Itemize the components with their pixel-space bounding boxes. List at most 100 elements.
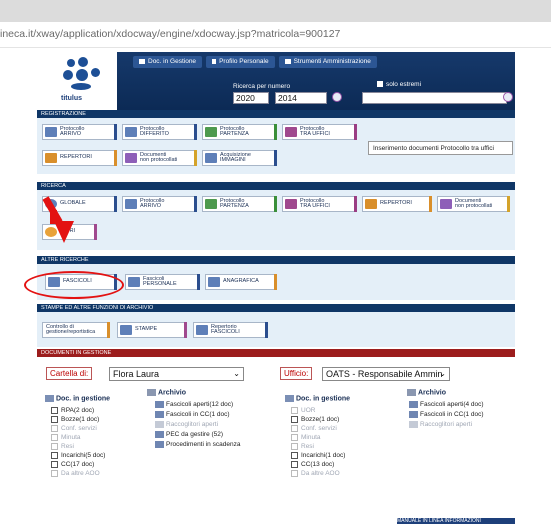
button-accent — [274, 274, 277, 290]
repertori-icon — [365, 199, 377, 209]
tooltip-protocollo-tra-uffici: Inserimento documenti Protocollo tra uff… — [368, 141, 513, 155]
reg-protocollo-tra-uffici-button[interactable]: Protocollo TRA UFFICI — [282, 124, 357, 140]
reg-protocollo-arrivo-button[interactable]: Protocollo ARRIVO — [42, 124, 117, 140]
list-item[interactable]: Minuta — [51, 434, 81, 441]
button-accent — [194, 196, 197, 212]
list-item-label: Bozze(1 doc) — [301, 416, 340, 424]
printer-icon — [120, 325, 132, 335]
button-accent — [114, 150, 117, 166]
button-accent — [507, 196, 510, 212]
logo-dot — [91, 68, 100, 77]
year-from-input[interactable]: 2020 — [233, 92, 269, 104]
section-altre-ricerche: ALTRE RICERCHE — [37, 256, 515, 264]
ric-anagrafica-button[interactable]: ANAGRAFICA — [205, 274, 277, 290]
list-item[interactable]: Fascicoli aperti(12 doc) — [155, 401, 233, 408]
protocol-tra-uffici-icon — [285, 199, 297, 209]
list-item-label: Bozze(1 doc) — [61, 416, 100, 424]
browser-toolbar — [0, 0, 551, 22]
list-item[interactable]: Da altre AOO — [51, 470, 100, 477]
logo-dot — [76, 69, 88, 81]
stampe-button[interactable]: STAMPE — [117, 322, 187, 338]
list-item[interactable]: CC(13 doc) — [291, 461, 334, 468]
button-accent — [184, 322, 187, 338]
column-title-label: Archivio — [158, 389, 187, 397]
checkbox-icon — [51, 452, 58, 459]
tab-label: Profilo Personale — [219, 58, 269, 65]
list-item[interactable]: Bozze(1 doc) — [51, 416, 99, 423]
solo-estremi-label: solo estremi — [386, 81, 422, 88]
address-bar[interactable]: ineca.it/xway/application/xdocway/engine… — [0, 22, 551, 48]
search-number-button[interactable] — [332, 92, 342, 102]
list-item[interactable]: Minuta — [291, 434, 321, 441]
documenti-icon — [440, 199, 452, 209]
list-item[interactable]: Raccoglitori aperti — [155, 421, 218, 428]
archive-icon — [147, 389, 156, 396]
footer-links[interactable]: MANUALE IN LINEA INFORMAZIONI — [397, 518, 481, 524]
list-item[interactable]: CC(17 doc) — [51, 461, 94, 468]
button-accent — [354, 196, 357, 212]
list-item-label: Raccoglitori aperti — [166, 421, 219, 429]
reg-repertori-button[interactable]: REPERTORI — [42, 150, 117, 166]
address-book-icon — [208, 277, 220, 287]
button-accent — [429, 196, 432, 212]
list-item[interactable]: PEC da gestire (52) — [155, 431, 223, 438]
list-item-label: Minuta — [61, 434, 81, 442]
ufficio-select[interactable]: OATS - Responsabile Ammin ⌄ — [322, 367, 450, 381]
checkbox-icon — [51, 425, 58, 432]
documenti-icon — [125, 153, 137, 163]
user-icon — [212, 58, 217, 64]
list-item[interactable]: Da altre AOO — [291, 470, 340, 477]
button-label: Repertorio FASCICOLI — [211, 323, 240, 335]
checkbox-icon — [291, 425, 298, 432]
list-item[interactable]: Raccoglitori aperti — [409, 421, 472, 428]
list-item[interactable]: RPA(2 doc) — [51, 407, 94, 414]
list-item[interactable]: Conf. servizi — [291, 425, 337, 432]
list-item[interactable]: Fascicoli in CC(1 doc) — [155, 411, 230, 418]
list-item[interactable]: Fascicoli aperti(4 doc) — [409, 401, 484, 408]
list-item[interactable]: UOR — [291, 407, 315, 414]
list-item[interactable]: Conf. servizi — [51, 425, 97, 432]
tab-doc-in-gestione[interactable]: Doc. in Gestione — [133, 56, 203, 68]
free-search-button[interactable] — [503, 92, 513, 102]
list-item-label: Fascicoli in CC(1 doc) — [420, 411, 484, 419]
tools-icon — [284, 58, 291, 64]
repertorio-fascicoli-button[interactable]: Repertorio FASCICOLI — [193, 322, 268, 338]
reg-acquisizione-immagini-button[interactable]: Acquisizione IMMAGINI — [202, 150, 277, 166]
list-item[interactable]: Bozze(1 doc) — [291, 416, 339, 423]
year-to-input[interactable]: 2014 — [275, 92, 327, 104]
list-item[interactable]: Incarichi(1 doc) — [291, 452, 345, 459]
reg-protocollo-differito-button[interactable]: Protocollo DIFFERITO — [122, 124, 197, 140]
reg-documenti-non-protocollati-button[interactable]: Documenti non protocollati — [122, 150, 197, 166]
list-item[interactable]: Resi — [51, 443, 74, 450]
list-item[interactable]: Incarichi(5 doc) — [51, 452, 105, 459]
ric-protocollo-arrivo-button[interactable]: Protocollo ARRIVO — [122, 196, 197, 212]
solo-estremi-checkbox[interactable]: solo estremi — [377, 81, 421, 88]
list-item[interactable]: Fascicoli in CC(1 doc) — [409, 411, 484, 418]
ric-fascicoli-personale-button[interactable]: Fascicoli PERSONALE — [125, 274, 200, 290]
button-label: ANAGRAFICA — [223, 278, 259, 285]
button-accent — [194, 124, 197, 140]
controllo-gestione-button[interactable]: Controllo di gestione/reportistica — [42, 322, 110, 338]
list-item[interactable]: Procedimenti in scadenza — [155, 441, 240, 448]
cartella-select[interactable]: Flora Laura ⌄ — [109, 367, 244, 381]
ric-documenti-non-protocollati-button[interactable]: Documenti non protocollati — [437, 196, 510, 212]
free-search-input[interactable] — [362, 92, 507, 104]
list-item-label: Resi — [61, 443, 75, 451]
reg-protocollo-partenza-button[interactable]: Protocollo PARTENZA — [202, 124, 277, 140]
tab-profilo-personale[interactable]: Profilo Personale — [206, 56, 275, 68]
ric-protocollo-tra-uffici-button[interactable]: Protocollo TRA UFFICI — [282, 196, 357, 212]
ufficio-value: OATS - Responsabile Ammin — [326, 369, 443, 379]
button-accent — [265, 322, 268, 338]
checkbox-icon — [291, 470, 298, 477]
button-accent — [114, 196, 117, 212]
checkbox-icon — [291, 407, 298, 414]
ric-repertori-button[interactable]: REPERTORI — [362, 196, 432, 212]
button-label: STAMPE — [135, 326, 158, 333]
list-item-label: Fascicoli aperti(4 doc) — [420, 401, 484, 409]
tab-strumenti-amministrazione[interactable]: Strumenti Amministrazione — [278, 56, 377, 68]
list-item[interactable]: Resi — [291, 443, 314, 450]
folder-icon — [155, 421, 164, 428]
documenti-panel: Cartella di: Flora Laura ⌄ Ufficio: OATS … — [37, 357, 515, 524]
ric-protocollo-partenza-button[interactable]: Protocollo PARTENZA — [202, 196, 277, 212]
left-gestione-title: Doc. in gestione — [45, 395, 110, 402]
